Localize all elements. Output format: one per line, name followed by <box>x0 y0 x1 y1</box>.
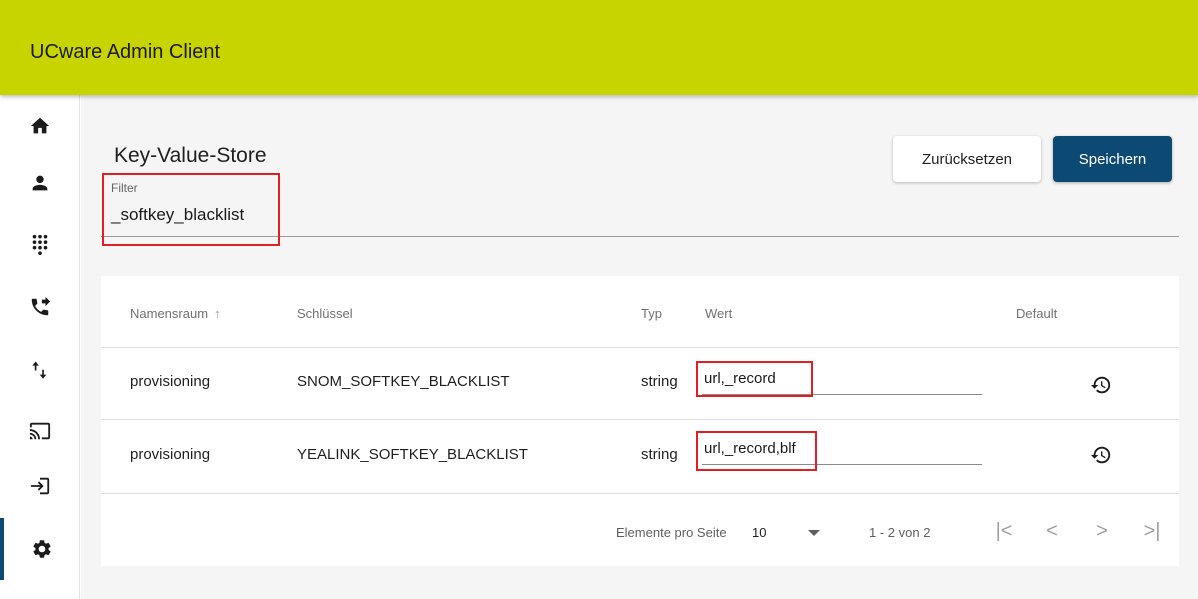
nav-cast[interactable] <box>0 400 79 462</box>
row-divider <box>101 347 1179 348</box>
page-size-select[interactable]: 10 <box>752 520 822 544</box>
person-icon <box>32 175 47 191</box>
nav-home[interactable] <box>0 95 79 157</box>
nav-call-forward[interactable] <box>0 276 79 338</box>
nav-dialpad[interactable] <box>0 213 79 275</box>
next-page-button[interactable]: > <box>1089 518 1115 544</box>
dialpad-icon <box>32 234 47 255</box>
sort-arrow-icon: ↑ <box>214 306 221 321</box>
filter-input[interactable]: Filter _softkey_blacklist <box>101 173 1179 237</box>
column-header-namespace[interactable]: Namensraum ↑ <box>130 306 221 321</box>
restore-default-icon[interactable] <box>1090 444 1112 466</box>
row-divider <box>101 419 1179 420</box>
row-2-value: url,_record,blf <box>704 440 796 457</box>
first-page-button[interactable]: |< <box>991 518 1017 544</box>
nav-settings[interactable] <box>0 518 79 580</box>
previous-page-button[interactable]: < <box>1039 518 1065 544</box>
page-size-value: 10 <box>752 525 767 540</box>
row-1-namespace: provisioning <box>130 373 211 390</box>
row-1-value: url,_record <box>704 370 776 387</box>
column-header-type[interactable]: Typ <box>641 306 662 321</box>
items-per-page-label: Elemente pro Seite <box>616 525 727 540</box>
login-icon <box>30 477 49 495</box>
row-divider <box>101 493 1179 494</box>
row-2-key: YEALINK_SOFTKEY_BLACKLIST <box>297 446 528 463</box>
filter-label: Filter <box>111 181 138 195</box>
main-content: Key-Value-Store Zurücksetzen Speichern F… <box>81 95 1198 599</box>
row-2-value-input[interactable]: url,_record,blf <box>702 437 982 465</box>
row-2-namespace: provisioning <box>130 446 211 463</box>
sidebar <box>0 95 80 599</box>
column-header-default[interactable]: Default <box>1016 306 1057 321</box>
row-1-value-input[interactable]: url,_record <box>702 367 982 395</box>
nav-users[interactable] <box>0 152 79 214</box>
last-page-button[interactable]: >| <box>1139 518 1165 544</box>
nav-login[interactable] <box>0 455 79 517</box>
column-header-value[interactable]: Wert <box>705 306 732 321</box>
kv-table: Namensraum ↑ Schlüssel Typ Wert Default p… <box>101 276 1179 566</box>
cast-icon <box>29 422 50 440</box>
row-2-type: string <box>641 446 678 463</box>
chevron-down-icon <box>808 530 820 536</box>
page-title: Key-Value-Store <box>114 144 267 167</box>
swap-arrows-icon <box>31 361 46 379</box>
app-header: UCware Admin Client <box>0 0 1198 95</box>
home-icon <box>30 117 49 134</box>
filter-value[interactable]: _softkey_blacklist <box>111 205 244 225</box>
phone-forward-icon <box>31 296 50 316</box>
row-1-type: string <box>641 373 678 390</box>
gear-icon <box>32 540 51 558</box>
page-range-label: 1 - 2 von 2 <box>869 525 931 540</box>
app-title: UCware Admin Client <box>30 41 221 63</box>
row-1-key: SNOM_SOFTKEY_BLACKLIST <box>297 373 510 390</box>
restore-default-icon[interactable] <box>1090 374 1112 396</box>
nav-transfer[interactable] <box>0 339 79 401</box>
column-header-key[interactable]: Schlüssel <box>297 306 353 321</box>
